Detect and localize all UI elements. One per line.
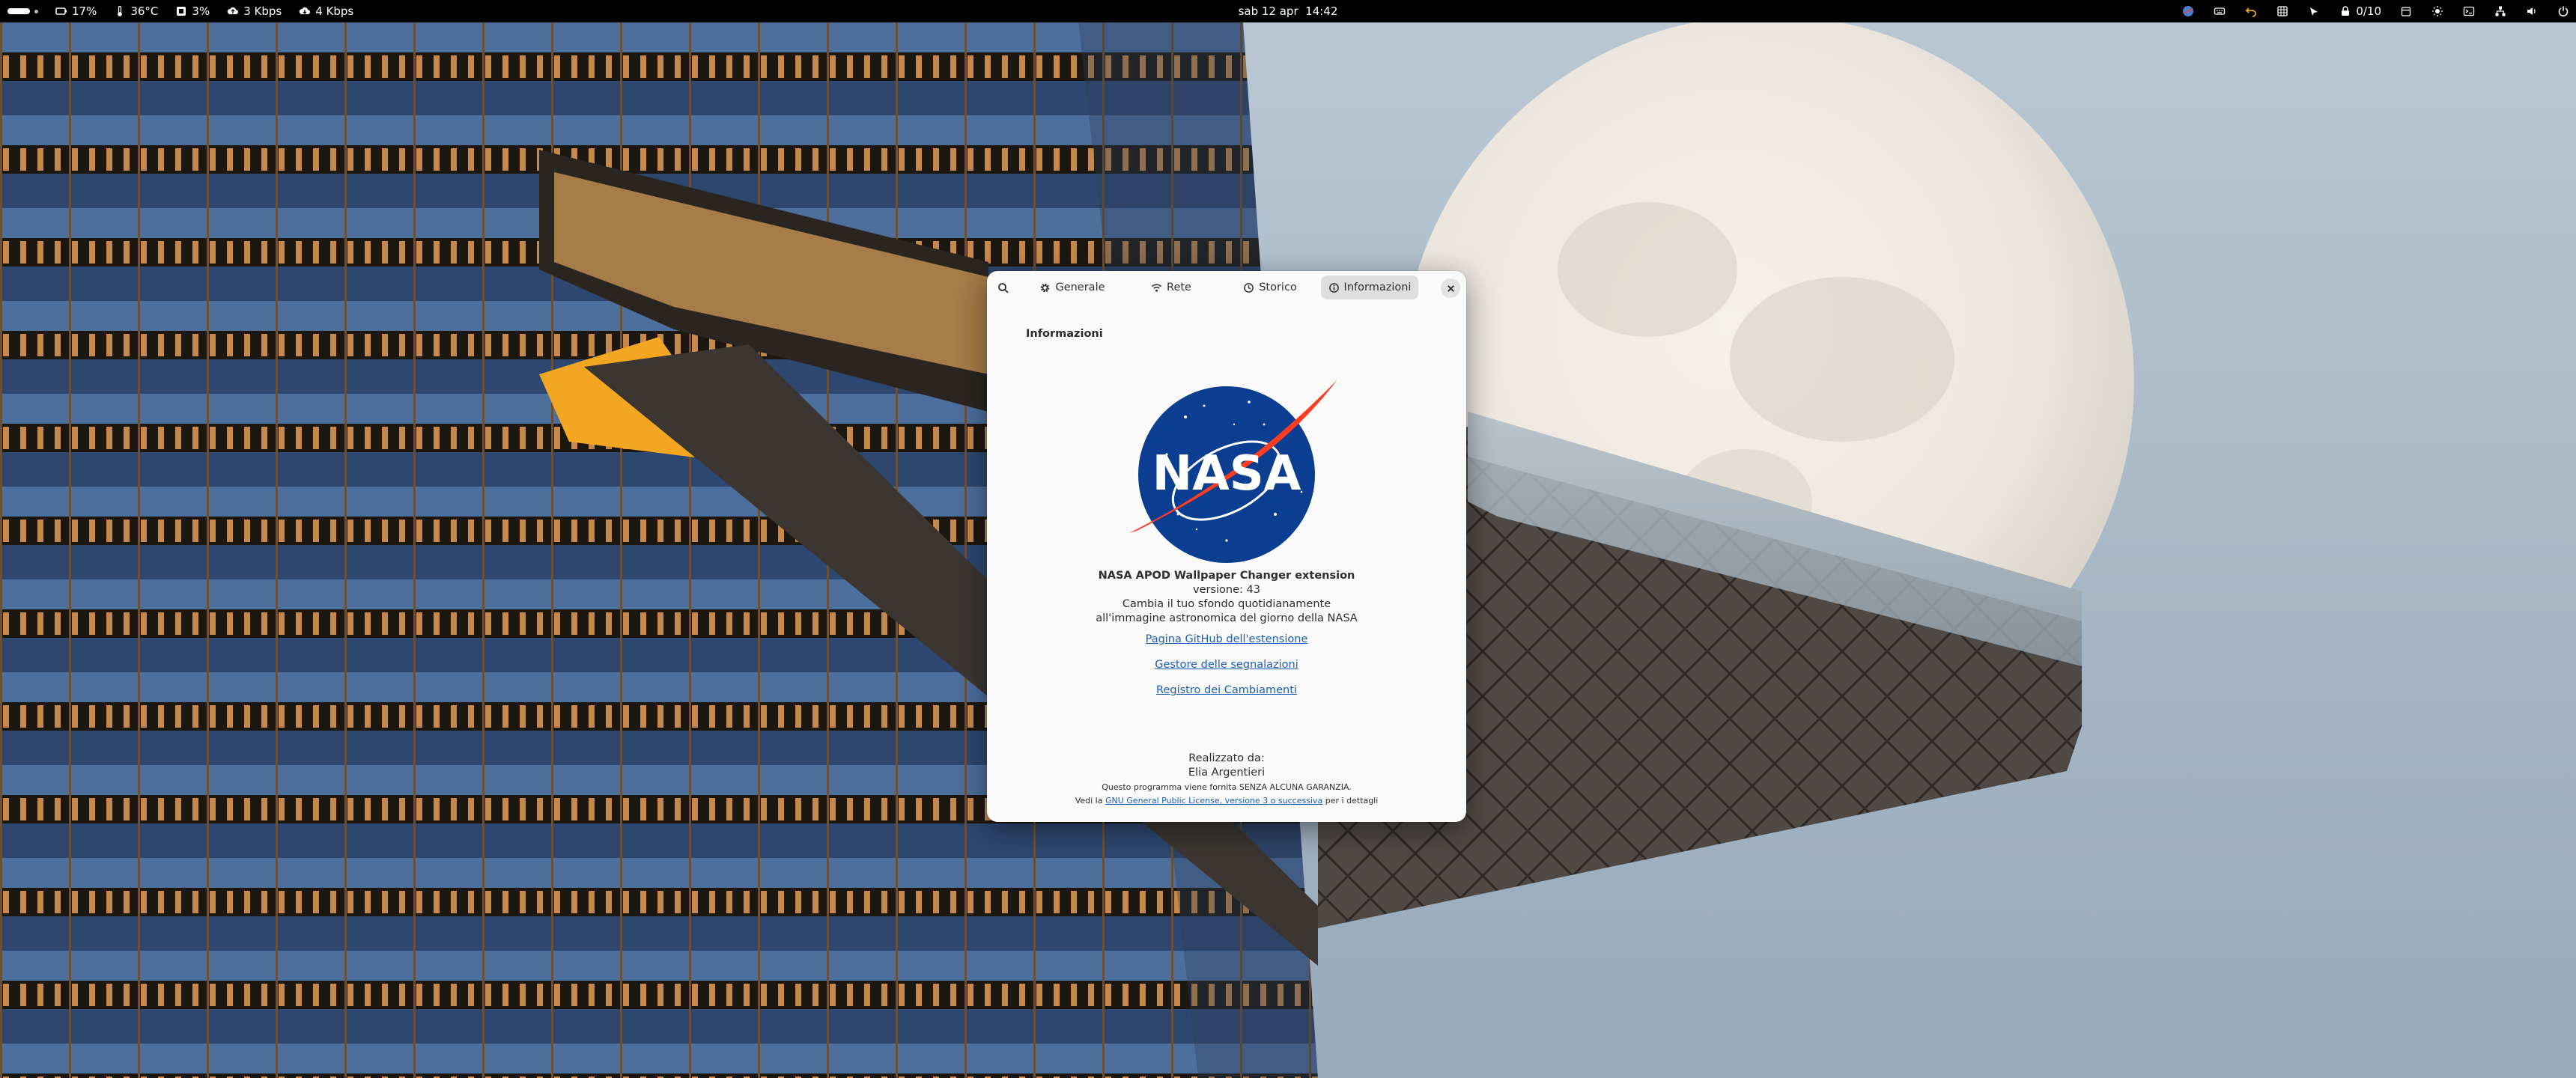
tray-counter[interactable]: 0/10 bbox=[2339, 4, 2381, 18]
clipboard-grid-icon[interactable] bbox=[2276, 4, 2289, 18]
tab-storico[interactable]: Storico bbox=[1222, 275, 1318, 299]
gear-icon bbox=[1041, 283, 1050, 292]
issue-tracker-link[interactable]: Gestore delle segnalazioni bbox=[987, 657, 1466, 672]
cpu-icon bbox=[174, 4, 188, 18]
preferences-dialog: Generale Rete Storico Informazioni Infor… bbox=[987, 271, 1466, 822]
description-line-2: all'immagine astronomica del giorno dell… bbox=[1096, 612, 1358, 624]
nasa-apod-tray-icon[interactable] bbox=[2181, 4, 2195, 18]
tab-rete-label: Rete bbox=[1167, 281, 1191, 293]
extension-version: versione: 43 bbox=[1193, 584, 1260, 596]
terminal-icon[interactable] bbox=[2462, 4, 2476, 18]
extension-info: NASA APOD Wallpaper Changer extension ve… bbox=[987, 568, 1466, 698]
tab-rete[interactable]: Rete bbox=[1123, 275, 1219, 299]
license-notice: Vedi la GNU General Public License, vers… bbox=[987, 795, 1466, 807]
credits-label: Realizzato da: bbox=[1188, 752, 1265, 764]
cpu-indicator[interactable]: 3% bbox=[174, 4, 210, 18]
volume-icon[interactable] bbox=[2525, 4, 2539, 18]
download-icon bbox=[298, 4, 312, 18]
upload-label: 3 Kbps bbox=[243, 4, 282, 18]
nasa-logo-text: NASA bbox=[1152, 446, 1301, 502]
upload-indicator[interactable]: 3 Kbps bbox=[226, 4, 282, 18]
wifi-icon bbox=[1151, 283, 1162, 292]
undo-icon[interactable] bbox=[2244, 4, 2258, 18]
search-button[interactable] bbox=[991, 276, 1015, 300]
github-link[interactable]: Pagina GitHub dell'estensione bbox=[987, 632, 1466, 647]
extension-name: NASA APOD Wallpaper Changer extension bbox=[1098, 570, 1355, 582]
calendar-icon[interactable] bbox=[2399, 4, 2413, 18]
warranty-notice: Questo programma viene fornita SENZA ALC… bbox=[1102, 782, 1352, 792]
tab-storico-label: Storico bbox=[1259, 281, 1297, 293]
dialog-header: Generale Rete Storico Informazioni bbox=[987, 271, 1466, 304]
description-line-1: Cambia il tuo sfondo quotidianamente bbox=[1122, 598, 1331, 610]
cpu-label: 3% bbox=[192, 4, 210, 18]
tray-counter-label: 0/10 bbox=[2356, 4, 2381, 18]
download-label: 4 Kbps bbox=[315, 4, 354, 18]
license-suffix: per i dettagli bbox=[1322, 796, 1379, 806]
tab-informazioni[interactable]: Informazioni bbox=[1321, 275, 1418, 299]
tab-informazioni-label: Informazioni bbox=[1343, 281, 1412, 293]
battery-icon bbox=[55, 4, 68, 18]
clock[interactable]: sab 12 apr 14:42 bbox=[1239, 4, 1338, 18]
credits: Realizzato da: Elia Argentieri Questo pr… bbox=[987, 752, 1466, 807]
keyboard-icon[interactable] bbox=[2213, 4, 2226, 18]
activities-indicator[interactable] bbox=[7, 8, 38, 14]
nasa-logo: NASA bbox=[1114, 372, 1339, 574]
battery-label: 17% bbox=[72, 4, 97, 18]
brightness-icon[interactable] bbox=[2431, 4, 2444, 18]
search-icon bbox=[998, 283, 1009, 293]
tab-bar: Generale Rete Storico Informazioni bbox=[1024, 275, 1418, 299]
tab-generale[interactable]: Generale bbox=[1024, 275, 1120, 299]
author-name: Elia Argentieri bbox=[1188, 767, 1266, 779]
license-link[interactable]: GNU General Public License, versione 3 o… bbox=[1105, 796, 1322, 806]
tab-generale-label: Generale bbox=[1055, 281, 1105, 293]
close-icon bbox=[1447, 284, 1454, 292]
close-button[interactable] bbox=[1441, 278, 1460, 298]
network-icon[interactable] bbox=[2494, 4, 2507, 18]
section-title: Informazioni bbox=[1026, 328, 1103, 340]
license-prefix: Vedi la bbox=[1075, 796, 1105, 806]
lock-icon bbox=[2339, 4, 2352, 18]
history-icon bbox=[1244, 282, 1254, 293]
battery-indicator[interactable]: 17% bbox=[55, 4, 97, 18]
thermometer-icon bbox=[113, 4, 127, 18]
power-icon[interactable] bbox=[2557, 4, 2570, 18]
temperature-indicator[interactable]: 36°C bbox=[113, 4, 158, 18]
download-indicator[interactable]: 4 Kbps bbox=[298, 4, 353, 18]
pointer-icon[interactable] bbox=[2307, 4, 2321, 18]
changelog-link[interactable]: Registro dei Cambiamenti bbox=[987, 683, 1466, 698]
workspace-active-pill bbox=[7, 8, 30, 14]
temperature-label: 36°C bbox=[130, 4, 159, 18]
upload-icon bbox=[226, 4, 240, 18]
workspace-dot bbox=[34, 9, 38, 13]
top-bar: 17% 36°C 3% 3 Kbps 4 Kbps sab 12 apr 14:… bbox=[0, 0, 2576, 22]
info-icon bbox=[1328, 282, 1339, 293]
